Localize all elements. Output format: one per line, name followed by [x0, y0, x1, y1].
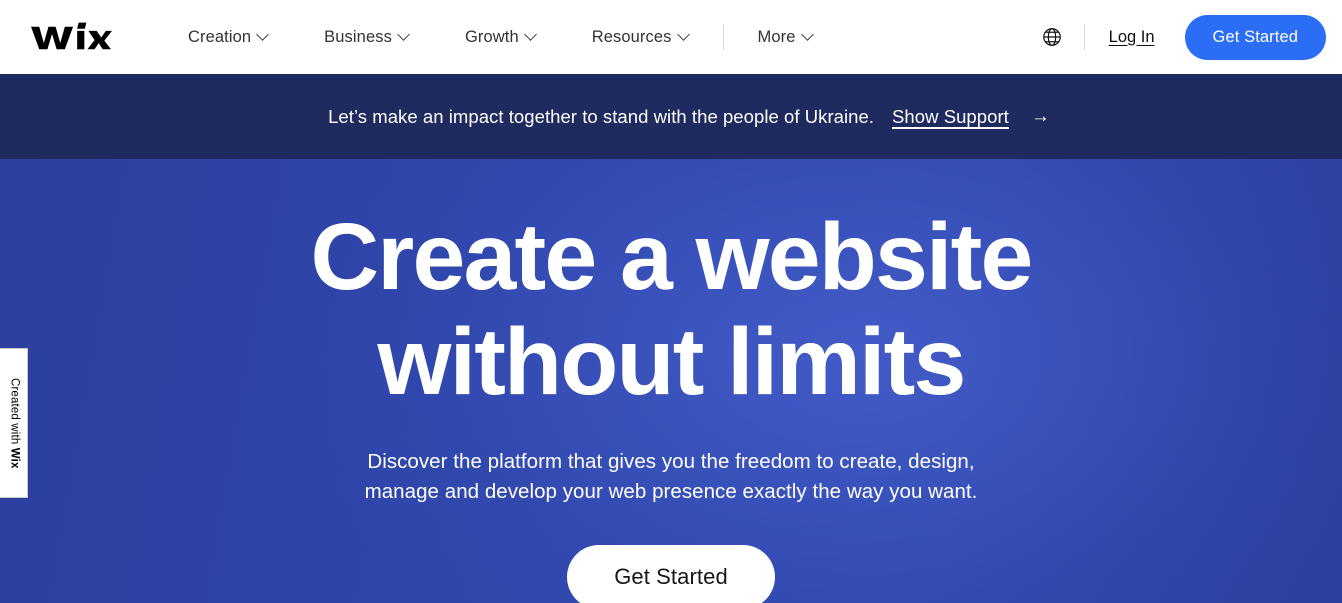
get-started-header-button[interactable]: Get Started	[1184, 14, 1326, 60]
get-started-hero-button[interactable]: Get Started	[567, 544, 775, 603]
chevron-down-icon	[526, 30, 536, 40]
site-header: Creation Business Growth Resources More	[0, 0, 1342, 74]
arrow-right-icon[interactable]: →	[1031, 107, 1050, 126]
chevron-down-icon	[803, 30, 813, 40]
header-actions: Log In Get Started	[1034, 14, 1326, 60]
hero-section: Create a website without limits Discover…	[0, 159, 1342, 603]
nav-item-resources[interactable]: Resources	[564, 0, 717, 74]
nav-item-label: Resources	[591, 27, 672, 46]
created-with-wix-label: Created with Wix	[8, 378, 20, 469]
chevron-down-icon	[679, 30, 689, 40]
hero-content: Create a website without limits Discover…	[0, 204, 1342, 603]
wix-landing-page: Creation Business Growth Resources More	[0, 0, 1342, 603]
hero-subtitle-line-1: Discover the platform that gives you the…	[367, 449, 975, 473]
main-navigation: Creation Business Growth Resources More	[160, 0, 841, 74]
hero-title-line-2: without limits	[377, 309, 967, 416]
nav-item-business[interactable]: Business	[296, 0, 437, 74]
banner-content: Let’s make an impact together to stand w…	[292, 106, 1050, 128]
show-support-link[interactable]: Show Support	[892, 106, 1009, 128]
chevron-down-icon	[258, 30, 268, 40]
nav-divider	[722, 24, 724, 50]
login-link[interactable]: Log In	[1099, 22, 1165, 53]
nav-item-creation[interactable]: Creation	[160, 0, 296, 74]
chevron-down-icon	[399, 30, 409, 40]
hero-subtitle: Discover the platform that gives you the…	[40, 447, 1302, 508]
nav-item-growth[interactable]: Growth	[437, 0, 564, 74]
ukraine-support-banner: Let’s make an impact together to stand w…	[0, 74, 1342, 159]
badge-brand: Wix	[8, 447, 21, 469]
nav-item-label: Growth	[464, 27, 519, 46]
globe-icon[interactable]	[1034, 19, 1070, 55]
hero-cta-wrapper: Get Started	[40, 544, 1302, 603]
badge-prefix: Created with	[8, 377, 21, 448]
hero-subtitle-line-2: manage and develop your web presence exa…	[364, 480, 978, 504]
created-with-wix-badge[interactable]: Created with Wix	[0, 348, 28, 498]
nav-item-more[interactable]: More	[730, 0, 841, 74]
ukraine-flag-icon	[292, 108, 319, 127]
nav-item-label: Creation	[188, 27, 252, 46]
nav-item-label: Business	[324, 27, 392, 46]
banner-message: Let’s make an impact together to stand w…	[328, 105, 875, 127]
header-divider	[1083, 24, 1085, 50]
hero-title-line-1: Create a website	[310, 204, 1034, 310]
nav-item-label: More	[757, 27, 796, 46]
page-title: Create a website without limits	[40, 204, 1302, 416]
wix-logo[interactable]	[30, 20, 112, 54]
